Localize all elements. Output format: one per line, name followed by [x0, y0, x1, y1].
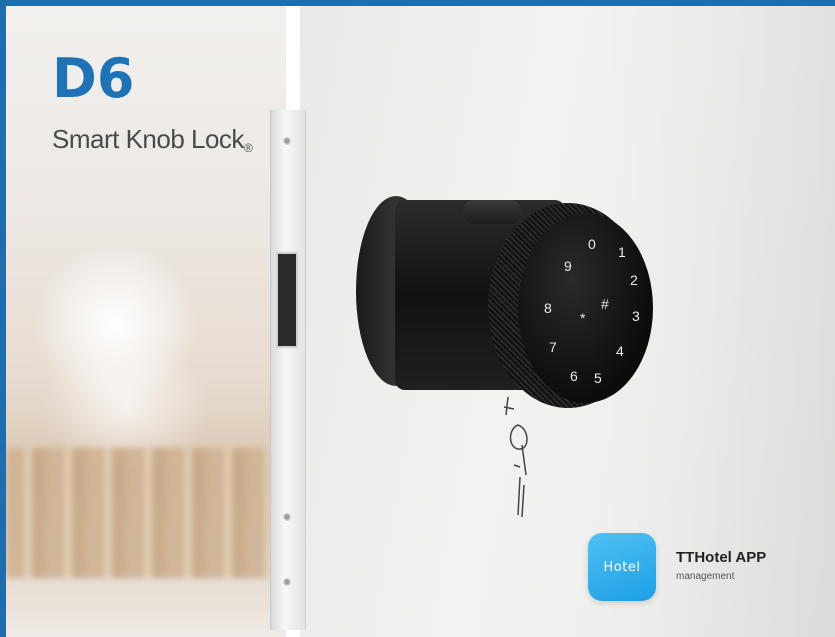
- key-tag-wire: [503, 396, 528, 518]
- blue-frame-left: [0, 0, 6, 637]
- product-name: Smart Knob Lock®: [52, 124, 253, 155]
- fingerprint-sensor-icon[interactable]: [462, 200, 522, 224]
- product-model: D6: [52, 47, 135, 110]
- keypad-key-4[interactable]: 4: [616, 343, 624, 359]
- plate-screw: [283, 578, 291, 586]
- keypad-key-7[interactable]: 7: [549, 339, 557, 355]
- keypad-key-8[interactable]: 8: [544, 300, 552, 316]
- keypad-key-2[interactable]: 2: [630, 272, 638, 288]
- keypad-key-3[interactable]: 3: [632, 308, 640, 324]
- latch-bolt: [276, 252, 298, 348]
- product-banner: D6 Smart Knob Lock® 0 1 2 3 4 5 6 7 8 9 …: [0, 0, 835, 637]
- app-subtitle: management: [676, 571, 735, 582]
- keypad-key-1[interactable]: 1: [618, 244, 626, 260]
- keypad-key-9[interactable]: 9: [564, 258, 572, 274]
- door-edge-plate: [270, 110, 306, 630]
- plate-screw: [283, 513, 291, 521]
- product-name-text: Smart Knob Lock: [52, 124, 244, 154]
- blurred-plant: [40, 250, 190, 400]
- blurred-basket: [6, 448, 270, 578]
- blue-frame-top: [0, 0, 835, 6]
- keypad-key-0[interactable]: 0: [588, 236, 596, 252]
- keypad-key-6[interactable]: 6: [570, 368, 578, 384]
- app-name: TTHotel APP: [676, 549, 767, 566]
- plate-screw: [283, 137, 291, 145]
- registered-mark: ®: [243, 141, 253, 155]
- tthotel-app-icon[interactable]: Hotel: [588, 533, 656, 601]
- keypad-key-hash[interactable]: #: [601, 296, 609, 312]
- keypad-key-5[interactable]: 5: [594, 370, 602, 386]
- app-icon-label: Hotel: [603, 559, 641, 575]
- keypad-key-star[interactable]: *: [580, 310, 585, 326]
